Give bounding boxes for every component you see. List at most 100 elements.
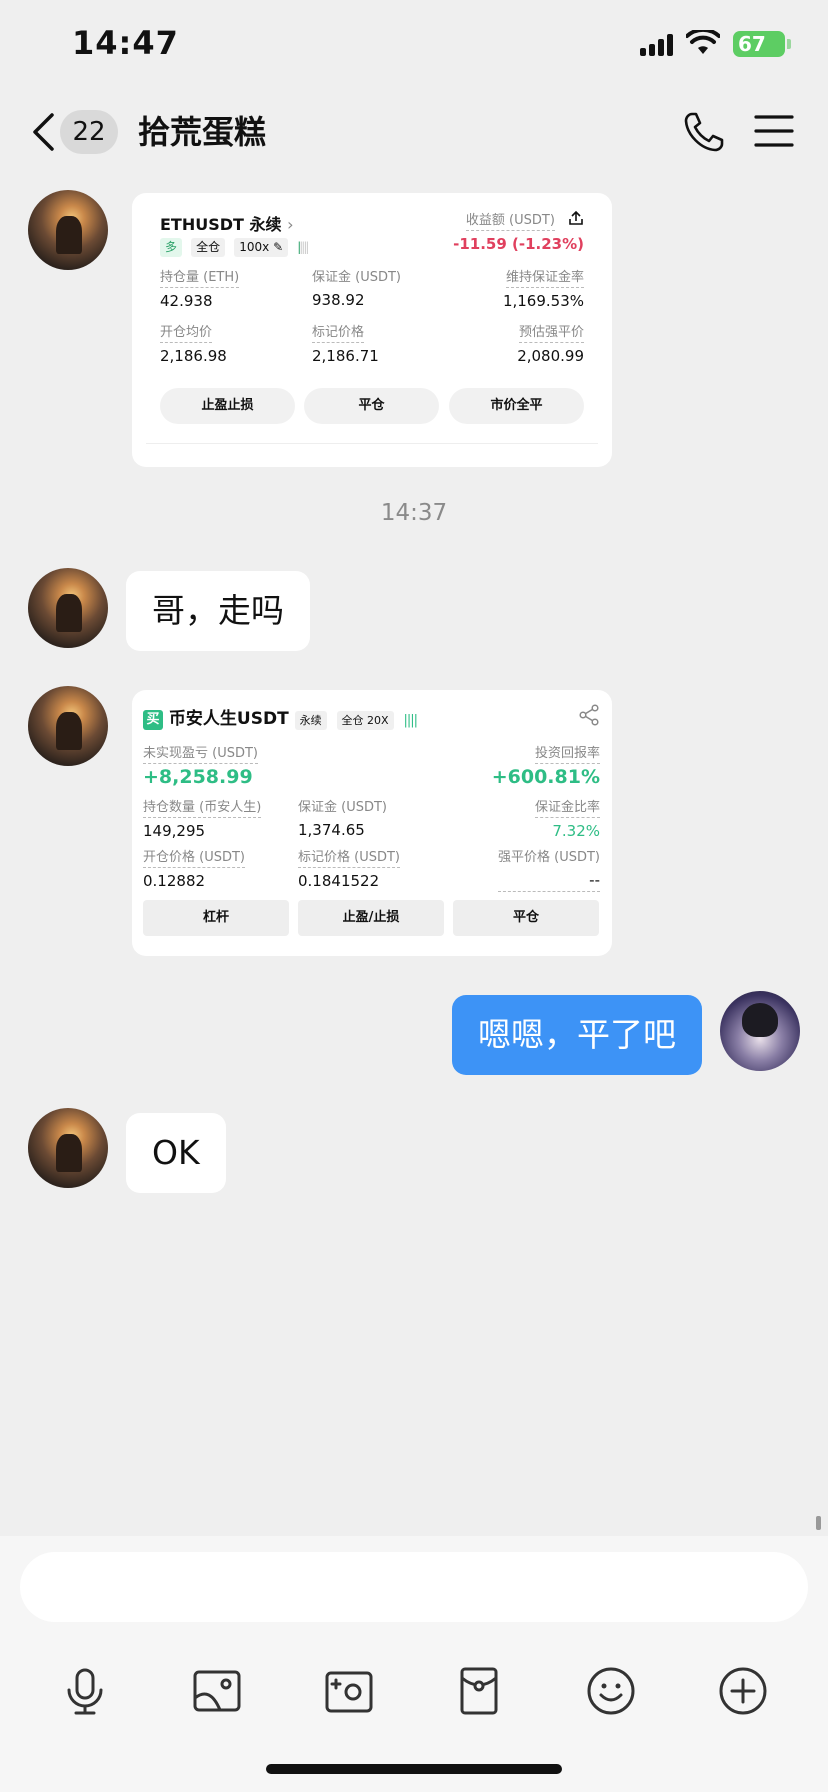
battery-tip [787, 39, 791, 49]
home-indicator[interactable] [266, 1764, 562, 1774]
field-value: 2,080.99 [517, 347, 584, 365]
card-divider [146, 443, 598, 444]
field-value: 0.12882 [143, 872, 206, 890]
field-label: 强平价格 (USDT) [498, 850, 600, 865]
field-label: 标记价格 (USDT) [298, 849, 400, 868]
field-label: 预估强平价 [518, 324, 584, 343]
tp-sl-button[interactable]: 止盈止损 [160, 388, 295, 424]
field-value: 149,295 [143, 822, 206, 840]
close-position-button[interactable]: 平仓 [453, 900, 599, 936]
card2-field-liq-price: 强平价格 (USDT) -- [498, 846, 600, 892]
red-packet-icon[interactable] [452, 1664, 506, 1718]
chat-header: 22 拾荒蛋糕 [0, 90, 828, 180]
card1-field-liq-price: 预估强平价 2,080.99 [517, 324, 584, 367]
card1-field-margin: 保证金 (USDT) 938.92 [312, 269, 401, 311]
contract-type-tag: 永续 [294, 711, 327, 730]
field-label: 持仓量 (ETH) [160, 269, 240, 288]
upnl-block: 未实现盈亏 (USDT) +8,258.99 [143, 742, 258, 788]
plus-icon[interactable] [716, 1664, 770, 1718]
card2-field-size: 持仓数量 (币安人生) 149,295 [143, 796, 262, 842]
card1-field-position: 持仓量 (ETH) 42.938 [160, 269, 240, 312]
chat-input-area [0, 1536, 828, 1792]
card1-field-maint-margin: 维持保证金率 1,169.53% [503, 269, 584, 312]
field-value: 938.92 [312, 291, 365, 309]
incoming-message-bubble[interactable]: 哥，走吗 [126, 571, 310, 651]
field-label: 开仓价格 (USDT) [143, 849, 245, 868]
buy-side-icon: 买 [143, 710, 163, 730]
emoji-icon[interactable] [584, 1664, 638, 1718]
roe-block: 投资回报率 +600.81% [492, 742, 600, 788]
field-value: 7.32% [552, 822, 600, 840]
menu-icon[interactable] [754, 114, 794, 148]
signal-bars-icon: |||| [403, 713, 418, 728]
card2-field-entry-price: 开仓价格 (USDT) 0.12882 [143, 846, 245, 892]
message-input[interactable] [20, 1552, 808, 1622]
card2-field-margin-ratio: 保证金比率 7.32% [534, 796, 600, 842]
roe-value: +600.81% [491, 766, 600, 788]
futures-position-card-2[interactable]: 买 币安人生USDT 永续 全仓 20X |||| 未实现盈亏 (USDT) +… [132, 690, 612, 956]
image-icon[interactable] [190, 1664, 244, 1718]
card2-symbol: 币安人生USDT [168, 709, 289, 729]
microphone-icon[interactable] [58, 1664, 112, 1718]
camera-icon[interactable] [322, 1664, 376, 1718]
roe-label: 投资回报率 [534, 745, 600, 764]
side-tag: 多 [160, 238, 183, 257]
pnl-label: 收益额 (USDT) [465, 212, 555, 231]
card1-field-entry-price: 开仓均价 2,186.98 [160, 324, 227, 367]
field-label: 保证金 (USDT) [298, 800, 387, 815]
unread-count-badge[interactable]: 22 [60, 110, 118, 154]
tp-sl-button[interactable]: 止盈/止损 [298, 900, 444, 936]
field-label: 保证金比率 [534, 799, 600, 818]
card1-field-mark-price: 标记价格 2,186.71 [312, 324, 379, 367]
status-bar: 14:47 67 [0, 0, 828, 90]
cellular-signal-icon [640, 34, 674, 56]
friend-avatar[interactable] [28, 686, 108, 766]
card2-field-mark-price: 标记价格 (USDT) 0.1841522 [298, 846, 400, 892]
field-value: 0.1841522 [298, 872, 380, 890]
status-time: 14:47 [72, 24, 179, 62]
card1-symbol[interactable]: ETHUSDT 永续 › [160, 211, 294, 235]
leverage-tag[interactable]: 100x ✎ [234, 238, 289, 257]
chevron-right-icon: › [287, 215, 294, 234]
chat-title: 拾荒蛋糕 [138, 113, 267, 151]
edit-icon: ✎ [273, 240, 284, 254]
share-icon[interactable] [568, 210, 584, 226]
card2-field-margin: 保证金 (USDT) 1,374.65 [298, 796, 387, 841]
message-timestamp: 14:37 [380, 500, 448, 526]
battery-level: 67 [738, 32, 766, 56]
market-close-all-button[interactable]: 市价全平 [449, 388, 584, 424]
field-value: 1,169.53% [502, 292, 584, 310]
wifi-icon [686, 30, 720, 54]
upnl-label: 未实现盈亏 (USDT) [143, 745, 258, 764]
card1-symbol-text: ETHUSDT 永续 [160, 215, 282, 234]
field-value: 1,374.65 [298, 821, 365, 839]
upnl-value: +8,258.99 [143, 766, 253, 788]
margin-mode-tag: 全仓 [191, 238, 226, 257]
close-position-button[interactable]: 平仓 [304, 388, 439, 424]
futures-position-card[interactable]: ETHUSDT 永续 › 多 全仓 100x ✎ ||||| 收益额 (USDT… [132, 193, 612, 467]
back-icon[interactable] [30, 112, 56, 152]
leverage-value: 100x [239, 240, 270, 254]
field-label: 标记价格 [312, 324, 365, 343]
incoming-message-bubble[interactable]: OK [126, 1113, 226, 1193]
field-value: 2,186.98 [160, 347, 227, 365]
field-label: 保证金 (USDT) [312, 270, 401, 285]
phone-icon[interactable] [682, 110, 726, 154]
friend-avatar[interactable] [28, 190, 108, 270]
pnl-value: -11.59 (-1.23%) [453, 235, 584, 253]
my-avatar[interactable] [720, 991, 800, 1071]
card1-tags: 多 全仓 100x ✎ ||||| [160, 236, 309, 257]
share-icon[interactable] [578, 704, 600, 726]
friend-avatar[interactable] [28, 568, 108, 648]
friend-avatar[interactable] [28, 1108, 108, 1188]
signal-bars-icon: ||||| [297, 240, 309, 254]
card1-pnl: 收益额 (USDT) -11.59 (-1.23%) [453, 209, 584, 253]
field-label: 持仓数量 (币安人生) [143, 799, 262, 818]
leverage-button[interactable]: 杠杆 [143, 900, 289, 936]
margin-leverage-tag: 全仓 20X [336, 711, 394, 730]
card2-header: 买 币安人生USDT 永续 全仓 20X |||| [143, 704, 418, 730]
outgoing-message-bubble[interactable]: 嗯嗯，平了吧 [452, 995, 702, 1075]
scrollbar-thumb[interactable] [816, 1516, 821, 1530]
field-label: 开仓均价 [160, 324, 213, 343]
field-label: 维持保证金率 [505, 269, 584, 288]
